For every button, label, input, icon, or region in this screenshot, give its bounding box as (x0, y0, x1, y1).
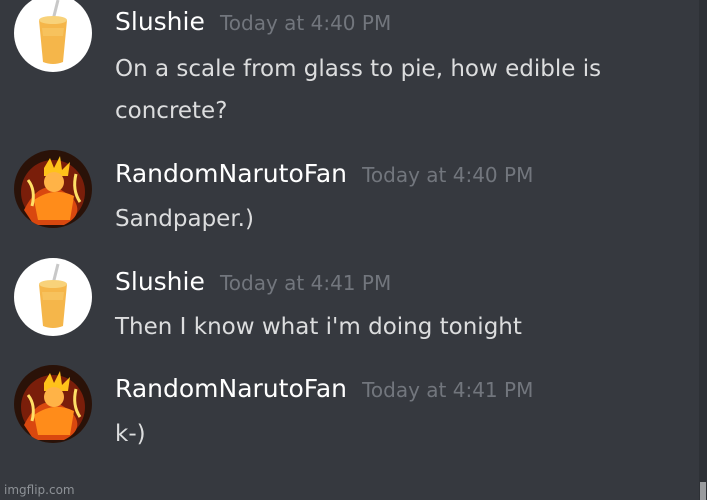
naruto-avatar-icon (14, 365, 92, 443)
message-text: Then I know what i'm doing tonight (115, 314, 522, 340)
avatar[interactable] (14, 258, 92, 336)
slushie-cup-icon (14, 0, 92, 72)
username[interactable]: RandomNarutoFan (115, 371, 347, 407)
watermark: imgflip.com (4, 483, 75, 497)
chat-messages: Slushie Today at 4:40 PM On a scale from… (0, 0, 707, 500)
scrollbar[interactable] (699, 0, 707, 500)
username[interactable]: Slushie (115, 4, 205, 40)
timestamp: Today at 4:40 PM (362, 163, 534, 187)
username[interactable]: RandomNarutoFan (115, 156, 347, 192)
message-text: k-) (115, 421, 146, 447)
slushie-cup-icon (14, 258, 92, 336)
message-item: RandomNarutoFan Today at 4:41 PM k-) (0, 365, 707, 465)
timestamp: Today at 4:41 PM (219, 271, 392, 295)
avatar[interactable] (14, 150, 92, 228)
message-item: RandomNarutoFan Today at 4:40 PM Sandpap… (0, 150, 707, 250)
timestamp: Today at 4:41 PM (362, 378, 534, 402)
avatar[interactable] (14, 0, 92, 72)
message-item: Slushie Today at 4:41 PM Then I know wha… (0, 258, 707, 358)
message-text: On a scale from glass to pie, how edible… (115, 56, 602, 124)
message-text: Sandpaper.) (115, 206, 254, 232)
scrollbar-thumb[interactable] (700, 482, 706, 500)
username[interactable]: Slushie (115, 264, 205, 300)
timestamp: Today at 4:40 PM (219, 11, 392, 35)
naruto-avatar-icon (14, 150, 92, 228)
message-item: Slushie Today at 4:40 PM On a scale from… (0, 0, 707, 140)
avatar[interactable] (14, 365, 92, 443)
